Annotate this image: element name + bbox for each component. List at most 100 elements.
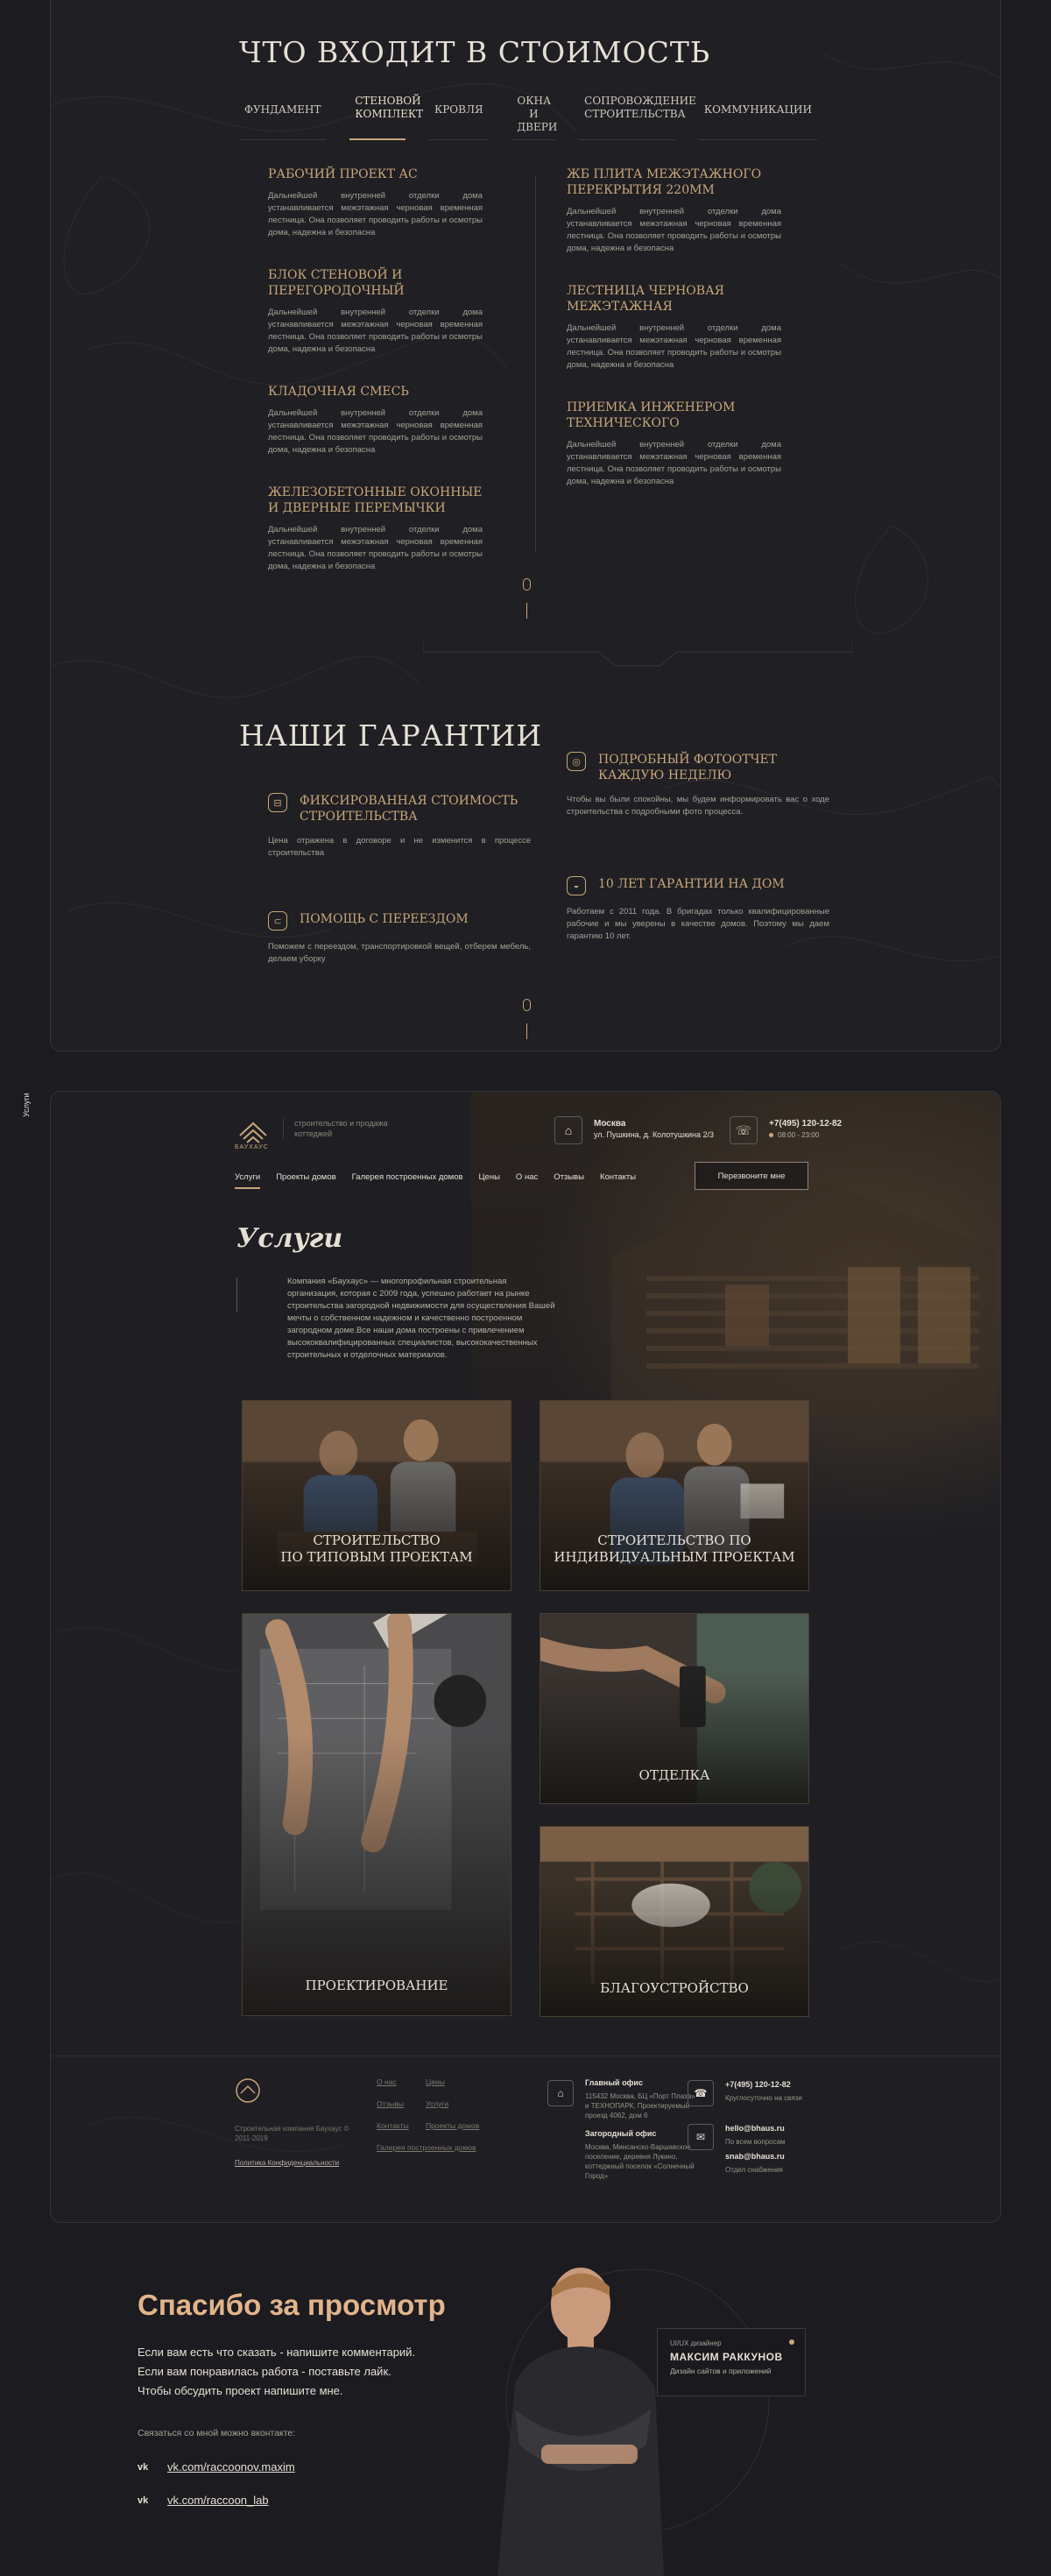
tab-windows-doors[interactable]: ОКНА И ДВЕРИ bbox=[511, 95, 557, 140]
footer-link-about[interactable]: О нас bbox=[377, 2077, 426, 2086]
nav-item-reviews[interactable]: Отзывы bbox=[554, 1172, 584, 1182]
nav-item-contacts[interactable]: Контакты bbox=[600, 1172, 636, 1182]
card-label-line: СТРОИТЕЛЬСТВО ПО bbox=[597, 1532, 751, 1548]
list-item: КЛАДОЧНАЯ СМЕСЬ Дальнейшей внутренней от… bbox=[268, 384, 483, 456]
nav-item-prices[interactable]: Цены bbox=[479, 1172, 500, 1182]
vk-link-row[interactable]: vk vk.com/raccoon_lab bbox=[138, 2494, 269, 2507]
nav-item-services[interactable]: Услуги bbox=[235, 1172, 261, 1189]
header-hours: 08:00 - 23:00 bbox=[778, 1131, 820, 1139]
item-text: Дальнейшей внутренней отделки дома устан… bbox=[268, 191, 483, 237]
item-title: ЖЕЛЕЗОБЕТОННЫЕ ОКОННЫЕ И ДВЕРНЫЕ ПЕРЕМЫЧ… bbox=[268, 485, 483, 515]
nav-item-gallery[interactable]: Галерея построенных домов bbox=[352, 1172, 463, 1182]
card-label-line: СТРОИТЕЛЬСТВО bbox=[313, 1532, 441, 1548]
guarantee-title: ПОМОЩЬ С ПЕРЕЕЗДОМ bbox=[300, 912, 469, 926]
mail-icon: ✉ bbox=[688, 2124, 714, 2150]
vk-link-row[interactable]: vk vk.com/raccoonov.maxim bbox=[138, 2460, 295, 2473]
footer-email-block: hello@bhaus.ru По всем вопросам snab@bha… bbox=[725, 2124, 830, 2175]
item-text: Дальнейшей внутренней отделки дома устан… bbox=[567, 207, 781, 253]
list-item: ЖЕЛЕЗОБЕТОННЫЕ ОКОННЫЕ И ДВЕРНЫЕ ПЕРЕМЫЧ… bbox=[268, 485, 483, 573]
footer-phone-note: Круглосуточно на связи bbox=[725, 2094, 802, 2102]
tagline: строительство и продажа коттеджей bbox=[283, 1118, 397, 1139]
suburban-office-title: Загородный офис bbox=[585, 2129, 657, 2138]
price-tag-icon: ⊟ bbox=[268, 793, 287, 812]
footer-link-services[interactable]: Услуги bbox=[426, 2099, 504, 2108]
footer-link-gallery[interactable]: Галерея построенных домов bbox=[377, 2143, 504, 2152]
header-street: ул. Пушкина, д. Колотушкина 2/3 bbox=[594, 1130, 715, 1139]
scroll-line bbox=[526, 603, 527, 619]
guarantee-10-years: ◒ 10 ЛЕТ ГАРАНТИИ НА ДОМ Работаем с 2011… bbox=[567, 876, 829, 943]
service-card-design[interactable]: ПРОЕКТИРОВАНИЕ bbox=[242, 1613, 511, 2016]
location-icon: ⌂ bbox=[554, 1116, 582, 1144]
guarantee-title: ПОДРОБНЫЙ ФОТООТЧЕТ КАЖДУЮ НЕДЕЛЮ bbox=[598, 753, 778, 782]
side-label: Услуги bbox=[22, 1093, 31, 1117]
footer-phone[interactable]: +7(495) 120-12-82 bbox=[725, 2080, 830, 2090]
guarantee-text: Работаем с 2011 года. В бригадах только … bbox=[567, 907, 829, 941]
vk-icon: vk bbox=[138, 2495, 149, 2506]
service-card-typical[interactable]: СТРОИТЕЛЬСТВО ПО ТИПОВЫМ ПРОЕКТАМ bbox=[242, 1400, 511, 1591]
item-title: КЛАДОЧНАЯ СМЕСЬ bbox=[268, 385, 409, 399]
pricing-artboard: ЧТО ВХОДИТ В СТОИМОСТЬ ФУНДАМЕНТ СТЕНОВО… bbox=[50, 0, 1001, 1051]
footer-email[interactable]: hello@bhaus.ru bbox=[725, 2124, 830, 2134]
card-label: ПРОЕКТИРОВАНИЕ bbox=[305, 1978, 448, 1993]
main-office-title: Главный офис bbox=[585, 2078, 643, 2087]
site-header: БАУХАУС строительство и продажа коттедже… bbox=[235, 1109, 870, 1153]
column-divider bbox=[535, 175, 536, 552]
callback-button[interactable]: Перезвоните мне bbox=[695, 1162, 808, 1190]
section-divider-notch bbox=[423, 640, 852, 667]
footer-logo-icon[interactable] bbox=[235, 2077, 261, 2104]
footer-link-reviews[interactable]: Отзывы bbox=[377, 2099, 426, 2108]
headset-icon: ☏ bbox=[730, 1116, 758, 1144]
item-text: Дальнейшей внутренней отделки дома устан… bbox=[268, 308, 483, 354]
scroll-down-indicator[interactable] bbox=[520, 578, 533, 619]
footer-link-projects[interactable]: Проекты домов bbox=[426, 2121, 504, 2130]
list-item: ПРИЕМКА ИНЖЕНЕРОМ ТЕХНИЧЕСКОГО Дальнейше… bbox=[567, 400, 781, 488]
footer-email-2-note: Отдел снабжения bbox=[725, 2166, 783, 2174]
service-card-landscaping[interactable]: БЛАГОУСТРОЙСТВО bbox=[540, 1826, 809, 2017]
guarantee-text: Чтобы вы были спокойны, мы будем информи… bbox=[567, 795, 829, 817]
service-card-individual[interactable]: СТРОИТЕЛЬСТВО ПО ИНДИВИДУАЛЬНЫМ ПРОЕКТАМ bbox=[540, 1400, 809, 1591]
tab-wall-kit[interactable]: СТЕНОВОЙ КОМПЛЕКТ bbox=[349, 95, 423, 140]
item-title: РАБОЧИЙ ПРОЕКТ АС bbox=[268, 167, 418, 181]
service-card-finishing[interactable]: ОТДЕЛКА bbox=[540, 1613, 809, 1804]
moving-icon: ⊂ bbox=[268, 911, 287, 931]
card-label: ОТДЕЛКА bbox=[638, 1767, 710, 1783]
footer-link-contacts[interactable]: Контакты bbox=[377, 2121, 426, 2130]
item-title: ЛЕСТНИЦА ЧЕРНОВАЯ МЕЖЭТАЖНАЯ bbox=[567, 284, 724, 314]
guarantee-fixed-price: ⊟ ФИКСИРОВАННАЯ СТОИМОСТЬ СТРОИТЕЛЬСТВА … bbox=[268, 793, 531, 860]
main-office: Главный офис 115432 Москва, БЦ «Порт Пла… bbox=[585, 2078, 699, 2120]
vk-icon: vk bbox=[138, 2461, 149, 2473]
card-shade bbox=[243, 1614, 511, 2015]
nav-item-about[interactable]: О нас bbox=[516, 1172, 538, 1182]
tab-foundation[interactable]: ФУНДАМЕНТ bbox=[239, 95, 327, 140]
services-title: Услуги bbox=[236, 1223, 343, 1254]
footer-link-prices[interactable]: Цены bbox=[426, 2077, 504, 2086]
header-phone[interactable]: +7(495) 120-12-82 bbox=[769, 1119, 842, 1129]
main-office-address: 115432 Москва, БЦ «Порт Плаза» и ТЕХНОПА… bbox=[585, 2092, 695, 2120]
nav-item-projects[interactable]: Проекты домов bbox=[276, 1172, 335, 1182]
guarantee-moving-help: ⊂ ПОМОЩЬ С ПЕРЕЕЗДОМ Поможем с переездом… bbox=[268, 911, 531, 966]
designer-subtitle: Дизайн сайтов и приложений bbox=[670, 2367, 772, 2375]
tab-construction-support[interactable]: СОПРОВОЖДЕНИЕ СТРОИТЕЛЬСТВА bbox=[579, 95, 696, 140]
included-title: ЧТО ВХОДИТ В СТОИМОСТЬ bbox=[239, 35, 711, 69]
footer-phone-block: +7(495) 120-12-82 Круглосуточно на связи bbox=[725, 2080, 830, 2103]
thanks-title: Спасибо за просмотр bbox=[138, 2289, 446, 2321]
status-dot-icon bbox=[769, 1133, 773, 1138]
footer-copyright: Строительная компания Баухаус © 2011-201… bbox=[235, 2125, 349, 2142]
house-illustration bbox=[611, 1171, 997, 1416]
vk-link[interactable]: vk.com/raccoon_lab bbox=[167, 2494, 269, 2507]
card-label-line: ИНДИВИДУАЛЬНЫМ ПРОЕКТАМ bbox=[554, 1549, 795, 1565]
scroll-down-indicator[interactable] bbox=[520, 999, 533, 1039]
item-text: Дальнейшей внутренней отделки дома устан… bbox=[268, 525, 483, 571]
footer-email-2[interactable]: snab@bhaus.ru bbox=[725, 2152, 830, 2162]
vk-link[interactable]: vk.com/raccoonov.maxim bbox=[167, 2460, 295, 2473]
included-tabs: ФУНДАМЕНТ СТЕНОВОЙ КОМПЛЕКТ КРОВЛЯ ОКНА … bbox=[239, 95, 818, 140]
card-label-line: ПО ТИПОВЫМ ПРОЕКТАМ bbox=[280, 1549, 473, 1565]
tab-roof[interactable]: КРОВЛЯ bbox=[428, 95, 489, 140]
card-label: СТРОИТЕЛЬСТВО ПО ТИПОВЫМ ПРОЕКТАМ bbox=[243, 1532, 511, 1566]
guarantee-text: Цена отражена в договоре и не изменится … bbox=[268, 836, 531, 858]
header-city: Москва bbox=[594, 1119, 626, 1129]
privacy-policy-link[interactable]: Политика Конфиденциальности bbox=[235, 2159, 339, 2167]
tab-communications[interactable]: КОММУНИКАЦИИ bbox=[698, 95, 818, 140]
item-text: Дальнейшей внутренней отделки дома устан… bbox=[567, 440, 781, 486]
shield-icon: ◒ bbox=[567, 876, 586, 895]
